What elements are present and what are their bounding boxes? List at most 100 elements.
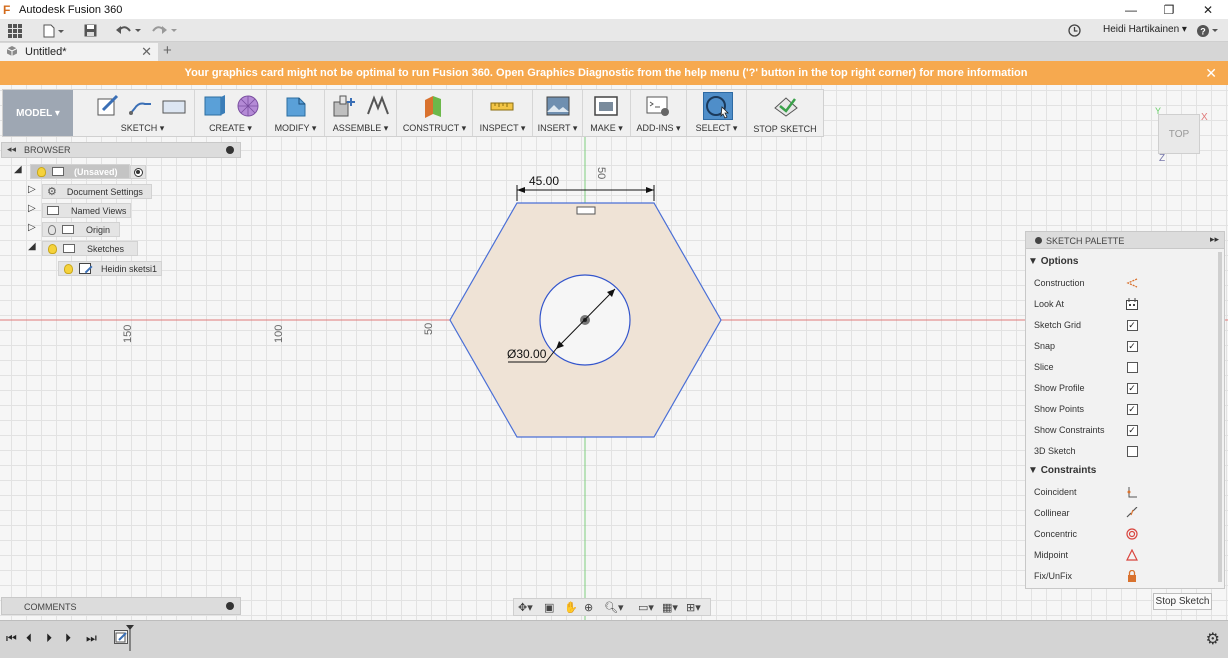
sketch-group[interactable]: SKETCH ▾ — [91, 90, 195, 136]
option-sketch-grid[interactable]: Sketch Grid ✓ — [1034, 318, 1214, 334]
browser-pin-icon[interactable] — [226, 146, 234, 154]
expand-triangle-icon[interactable]: ▷ — [28, 184, 36, 195]
select-tool-active[interactable] — [703, 92, 733, 120]
viewports-icon[interactable]: ⊞▾ — [686, 601, 701, 614]
constraint-midpoint[interactable]: Midpoint — [1034, 548, 1214, 564]
browser-collapse-icon[interactable]: ◂◂ — [7, 144, 16, 155]
help-icon[interactable]: ? — [1196, 22, 1220, 39]
close-tab-icon[interactable]: ✕ — [141, 44, 152, 60]
timeline-end-icon[interactable]: ⏭ — [86, 631, 97, 646]
constraint-concentric[interactable]: Concentric — [1034, 527, 1214, 543]
browser-item-origin[interactable]: ▷ Origin — [0, 222, 240, 237]
option-snap[interactable]: Snap ✓ — [1034, 339, 1214, 355]
browser-item-document-settings[interactable]: ▷ ⚙ Document Settings — [0, 184, 240, 199]
sketch-grid-checkbox[interactable]: ✓ — [1126, 319, 1138, 331]
make-group[interactable]: MAKE ▾ — [583, 90, 631, 136]
select-group[interactable]: SELECT ▾ — [687, 90, 747, 136]
palette-scrollbar[interactable] — [1218, 252, 1222, 582]
browser-root-row[interactable]: ◢ (Unsaved) — [0, 164, 240, 179]
grid-settings-icon[interactable]: ▦▾ — [662, 601, 678, 614]
constraint-collinear[interactable]: Collinear — [1034, 506, 1214, 522]
snap-checkbox[interactable]: ✓ — [1126, 340, 1138, 352]
palette-pin-icon[interactable] — [1035, 237, 1042, 244]
timeline-play-icon[interactable]: ⏵ — [46, 631, 52, 646]
user-account-menu[interactable]: Heidi Hartikainen ▾ — [1103, 24, 1187, 35]
look-at-icon[interactable] — [1126, 298, 1138, 310]
sketch-palette-header[interactable]: SKETCH PALETTE ▸▸ — [1026, 232, 1224, 249]
visibility-bulb-icon[interactable] — [64, 263, 73, 274]
view-cube-face-top[interactable]: TOP — [1169, 129, 1189, 140]
browser-panel-header[interactable]: ◂◂ BROWSER — [1, 142, 241, 158]
expand-triangle-icon[interactable]: ▷ — [28, 222, 36, 233]
constraint-coincident[interactable]: Coincident — [1034, 485, 1214, 501]
assemble-group[interactable]: ASSEMBLE ▾ — [325, 90, 397, 136]
construction-icon[interactable] — [1126, 277, 1138, 289]
zoom-window-icon[interactable]: ⊕ — [584, 601, 593, 614]
browser-item-named-views[interactable]: ▷ Named Views — [0, 203, 240, 218]
constraints-section-toggle[interactable]: ▼ Constraints — [1028, 465, 1096, 476]
redo-icon[interactable] — [150, 22, 178, 39]
show-profile-checkbox[interactable]: ✓ — [1126, 382, 1138, 394]
show-constraints-checkbox[interactable]: ✓ — [1126, 424, 1138, 436]
slice-checkbox[interactable] — [1126, 361, 1138, 373]
display-settings-icon[interactable]: ▭▾ — [638, 601, 654, 614]
coincident-icon[interactable] — [1126, 486, 1138, 498]
new-tab-button[interactable]: + — [163, 42, 172, 59]
file-menu-icon[interactable] — [40, 22, 66, 39]
option-show-points[interactable]: Show Points ✓ — [1034, 402, 1214, 418]
expand-triangle-icon[interactable]: ▷ — [28, 203, 36, 214]
workspace-switcher[interactable]: MODEL ▾ — [3, 90, 73, 136]
expand-triangle-icon[interactable]: ◢ — [14, 164, 22, 175]
undo-icon[interactable] — [114, 22, 142, 39]
option-3d-sketch[interactable]: 3D Sketch — [1034, 444, 1214, 460]
hidden-bulb-icon[interactable] — [48, 224, 56, 235]
minimize-button[interactable]: — — [1112, 0, 1150, 19]
visibility-bulb-icon[interactable] — [48, 243, 57, 254]
3d-sketch-checkbox[interactable] — [1126, 445, 1138, 457]
timeline-settings-gear-icon[interactable]: ⚙ — [1206, 629, 1220, 649]
comments-panel-header[interactable]: COMMENTS — [1, 597, 241, 615]
data-panel-grid-icon[interactable] — [6, 22, 24, 39]
comments-pin-icon[interactable] — [226, 602, 234, 610]
timeline-back-icon[interactable]: ⏴ — [26, 631, 32, 646]
construct-group[interactable]: CONSTRUCT ▾ — [397, 90, 473, 136]
concentric-icon[interactable] — [1126, 528, 1138, 540]
orbit-icon[interactable]: ✥▾ — [518, 601, 533, 614]
document-tab[interactable]: Untitled* ✕ — [0, 43, 158, 61]
inspect-group[interactable]: INSPECT ▾ — [473, 90, 533, 136]
collapse-triangle-icon[interactable]: ◢ — [28, 241, 36, 252]
look-at-nav-icon[interactable]: ▣ — [544, 601, 554, 614]
visibility-bulb-icon[interactable] — [37, 166, 46, 177]
timeline-forward-icon[interactable]: ⏵ — [65, 631, 71, 646]
option-show-constraints[interactable]: Show Constraints ✓ — [1034, 423, 1214, 439]
banner-close-icon[interactable]: ✕ — [1205, 65, 1217, 82]
option-construction[interactable]: Construction — [1034, 276, 1214, 292]
constraint-fix-unfix[interactable]: Fix/UnFix — [1034, 569, 1214, 585]
timeline-start-icon[interactable]: ⏮ — [6, 631, 17, 646]
option-show-profile[interactable]: Show Profile ✓ — [1034, 381, 1214, 397]
palette-expand-icon[interactable]: ▸▸ — [1210, 234, 1219, 245]
stop-sketch-group[interactable]: STOP SKETCH — [747, 90, 823, 136]
lock-icon[interactable] — [1126, 570, 1138, 582]
show-points-checkbox[interactable]: ✓ — [1126, 403, 1138, 415]
view-cube[interactable]: TOP — [1158, 114, 1200, 154]
zoom-icon[interactable]: 🔍︎▾ — [604, 601, 624, 614]
pan-hand-icon[interactable]: ✋ — [564, 601, 578, 614]
activate-radio-icon[interactable] — [130, 165, 146, 179]
add-ins-group[interactable]: ADD-INS ▾ — [631, 90, 687, 136]
create-group[interactable]: CREATE ▾ — [195, 90, 267, 136]
option-look-at[interactable]: Look At — [1034, 297, 1214, 313]
timeline-marker[interactable] — [126, 625, 134, 651]
save-icon[interactable] — [82, 22, 98, 39]
modify-group[interactable]: MODIFY ▾ — [267, 90, 325, 136]
stop-sketch-button[interactable]: Stop Sketch — [1153, 593, 1212, 610]
option-slice[interactable]: Slice — [1034, 360, 1214, 376]
browser-item-sketches[interactable]: ◢ Sketches — [0, 241, 240, 256]
restore-button[interactable]: ❐ — [1150, 0, 1188, 19]
insert-group[interactable]: INSERT ▾ — [533, 90, 583, 136]
options-section-toggle[interactable]: ▼ Options — [1028, 256, 1078, 267]
job-status-clock-icon[interactable] — [1066, 22, 1082, 39]
close-window-button[interactable]: ✕ — [1189, 0, 1227, 19]
midpoint-icon[interactable] — [1126, 549, 1138, 561]
browser-item-sketch[interactable]: Heidin sketsi1 — [0, 261, 240, 276]
